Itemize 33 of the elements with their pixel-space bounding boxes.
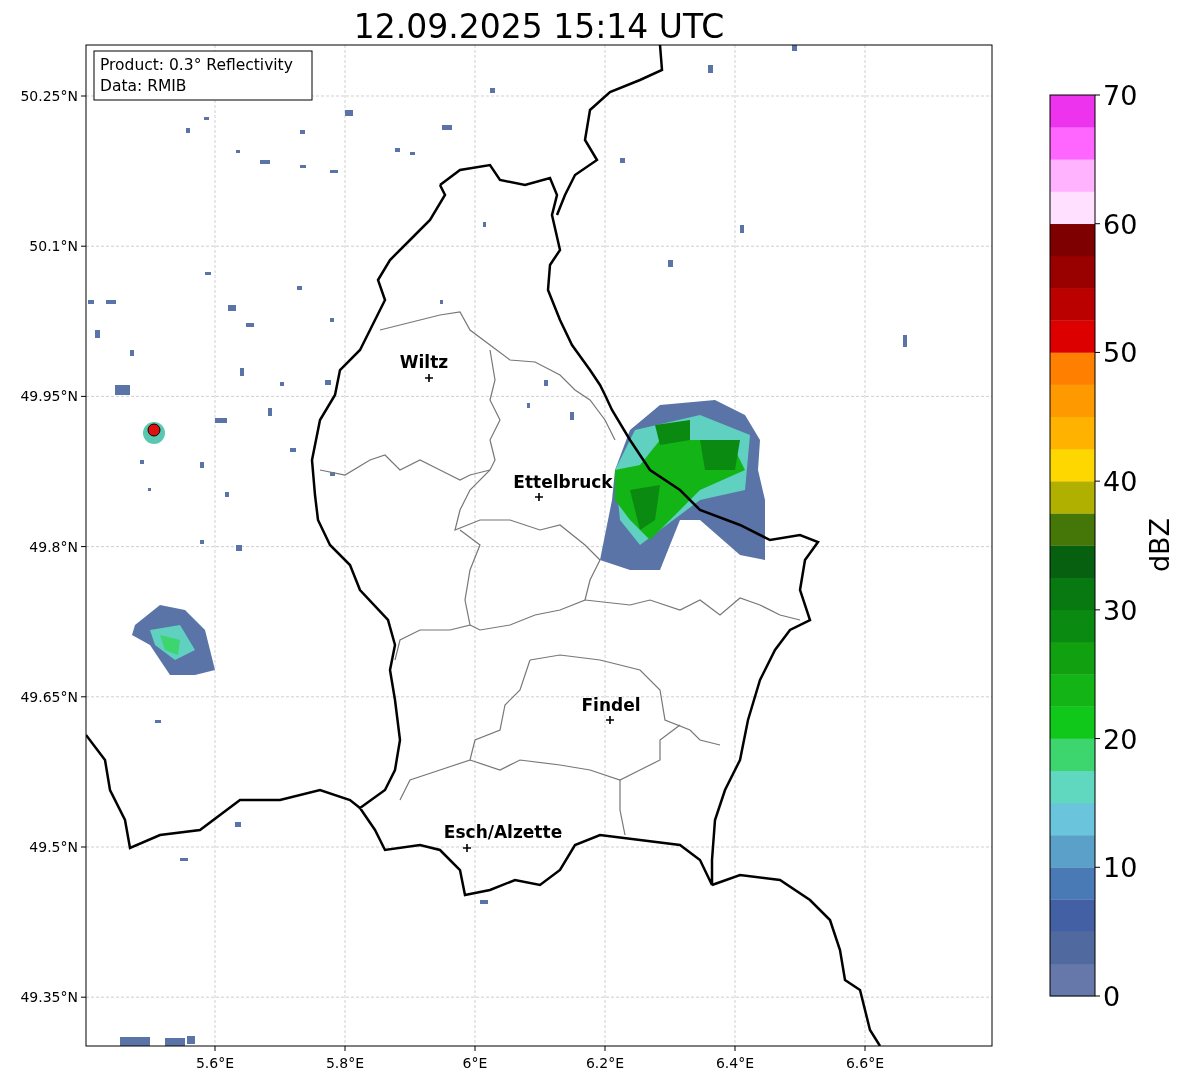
tick-label: 6.6°E: [845, 1055, 885, 1071]
city-marker-icon: [534, 492, 544, 502]
tick-label: 49.5°N: [29, 839, 78, 855]
colorbar-tick-label: 0: [1103, 981, 1121, 1012]
figure-title: 12.09.2025 15:14 UTC: [353, 7, 725, 46]
tick-label: 6.4°E: [715, 1055, 755, 1071]
colorbar-tick-label: 70: [1103, 80, 1138, 111]
info-text: Data: RMIB: [100, 77, 187, 95]
colorbar-tick-label: 30: [1103, 594, 1138, 626]
city-label: Ettelbruck: [513, 472, 613, 492]
city-label: Wiltz: [399, 352, 449, 372]
colorbar-tick-label: 20: [1103, 723, 1138, 755]
tick-label: 49.95°N: [20, 388, 78, 405]
tick-label: 50.25°N: [20, 88, 78, 104]
tick-label: 49.8°N: [29, 538, 78, 555]
info-text: Product: 0.3° Reflectivity: [100, 56, 293, 74]
tick-label: 49.35°N: [20, 989, 78, 1006]
colorbar-label: dBZ: [1144, 517, 1175, 573]
colorbar-tick-label: 60: [1103, 208, 1138, 240]
city-label: Findel: [581, 695, 641, 715]
tick-label: 5.6°E: [195, 1055, 235, 1071]
tick-label: 6.2°E: [585, 1055, 625, 1071]
city-marker-icon: [605, 715, 615, 725]
colorbar-tick-label: 10: [1103, 852, 1138, 884]
tick-label: 50.1°N: [29, 238, 78, 255]
city-label: Esch/Alzette: [443, 822, 563, 842]
tick-label: 49.65°N: [20, 688, 78, 705]
tick-label: 6°E: [462, 1055, 488, 1071]
tick-label: 5.8°E: [325, 1055, 365, 1071]
city-marker-icon: [462, 843, 472, 853]
city-marker-icon: [424, 373, 434, 383]
colorbar-tick-label: 50: [1103, 337, 1138, 369]
colorbar-tick-label: 40: [1103, 466, 1138, 498]
